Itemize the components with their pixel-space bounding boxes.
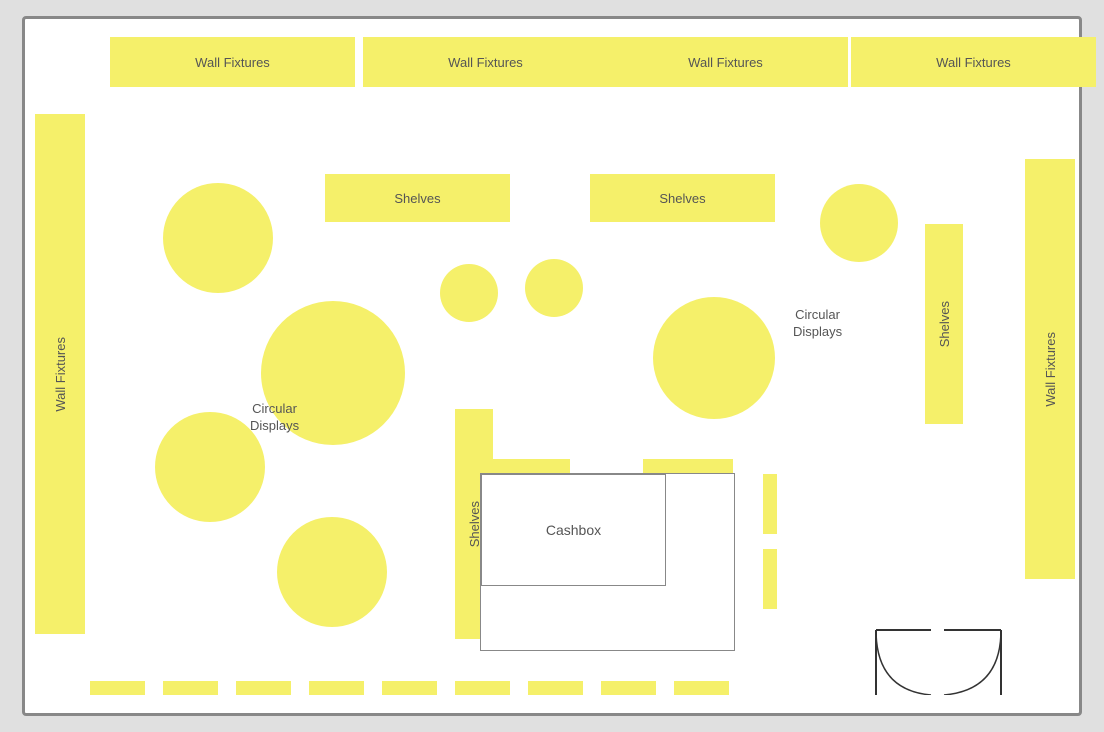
counter-small-right-1 (763, 474, 777, 534)
circle-right-large (653, 297, 775, 419)
wall-fixture-right-outer: Wall Fixtures (1025, 159, 1075, 579)
circle-right-small-top (820, 184, 898, 262)
door-svg (866, 610, 1011, 695)
circle-small-1 (440, 264, 498, 322)
door-container (866, 610, 1011, 695)
wall-fixture-top-4: Wall Fixtures (851, 37, 1096, 87)
bottom-wall-dashes (90, 681, 729, 695)
counter-small-right-2 (763, 549, 777, 609)
circular-displays-label-left: CircularDisplays (250, 401, 299, 435)
wall-fixture-left: Wall Fixtures (35, 114, 85, 634)
counter-bar-left (480, 459, 570, 473)
wall-fixture-top-3: Wall Fixtures (603, 37, 848, 87)
cashbox-inner: Cashbox (481, 474, 666, 586)
circle-bottom-left (277, 517, 387, 627)
circle-large-top-left (163, 183, 273, 293)
shelves-top-2: Shelves (590, 174, 775, 222)
cashbox-area: Cashbox (480, 473, 735, 651)
wall-fixture-top-2: Wall Fixtures (363, 37, 608, 87)
shelves-right: Shelves (925, 224, 963, 424)
circle-mid-left (155, 412, 265, 522)
counter-bar-right (643, 459, 733, 473)
floor-plan: Wall Fixtures Wall Fixtures Wall Fixture… (22, 16, 1082, 716)
circle-small-2 (525, 259, 583, 317)
circular-displays-label-right: CircularDisplays (793, 307, 842, 341)
shelves-top-1: Shelves (325, 174, 510, 222)
wall-fixture-top-1: Wall Fixtures (110, 37, 355, 87)
